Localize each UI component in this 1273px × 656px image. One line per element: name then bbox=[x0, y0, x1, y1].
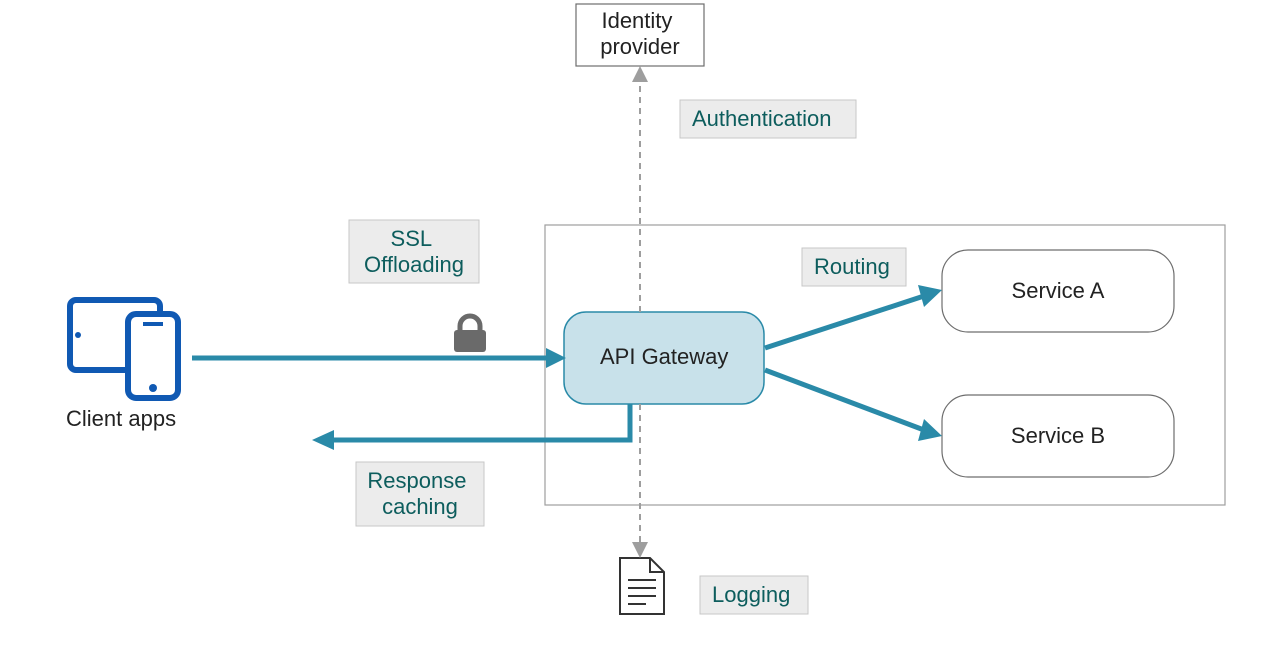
svg-text:Identity provider: Identity provider bbox=[600, 8, 679, 59]
routing-tag: Routing bbox=[802, 248, 906, 286]
authentication-tag-label: Authentication bbox=[692, 106, 831, 131]
client-apps-icon bbox=[70, 300, 178, 398]
arrow-to-identity-provider bbox=[632, 66, 648, 312]
identity-provider-node: Identity provider bbox=[576, 4, 704, 66]
document-icon bbox=[620, 558, 664, 614]
diagram-canvas: Identity provider Authentication SSL Off… bbox=[0, 0, 1273, 656]
response-caching-line1: Response bbox=[367, 468, 466, 493]
lock-icon bbox=[454, 316, 486, 352]
svg-text:Response caching: Response caching bbox=[367, 468, 472, 519]
logging-tag: Logging bbox=[700, 576, 808, 614]
ssl-tag-line1: SSL bbox=[391, 226, 432, 251]
service-a-label: Service A bbox=[1012, 278, 1105, 303]
response-caching-line2: caching bbox=[382, 494, 458, 519]
response-caching-tag: Response caching bbox=[356, 462, 484, 526]
ssl-tag-line2: Offloading bbox=[364, 252, 464, 277]
api-gateway-label: API Gateway bbox=[600, 344, 728, 369]
authentication-tag: Authentication bbox=[680, 100, 856, 138]
identity-provider-label-line1: Identity bbox=[601, 8, 672, 33]
logging-tag-label: Logging bbox=[712, 582, 790, 607]
arrow-response-caching bbox=[312, 404, 630, 450]
routing-tag-label: Routing bbox=[814, 254, 890, 279]
identity-provider-label-line2: provider bbox=[600, 34, 679, 59]
service-a-node: Service A bbox=[942, 250, 1174, 332]
api-gateway-node: API Gateway bbox=[564, 312, 764, 404]
service-b-node: Service B bbox=[942, 395, 1174, 477]
ssl-offloading-tag: SSL Offloading bbox=[349, 220, 479, 283]
service-b-label: Service B bbox=[1011, 423, 1105, 448]
arrow-gateway-to-service-a bbox=[765, 285, 942, 348]
arrow-client-to-gateway bbox=[192, 348, 566, 368]
arrow-to-logging bbox=[632, 404, 648, 558]
client-apps-label: Client apps bbox=[66, 406, 176, 431]
arrow-gateway-to-service-b bbox=[765, 370, 942, 441]
